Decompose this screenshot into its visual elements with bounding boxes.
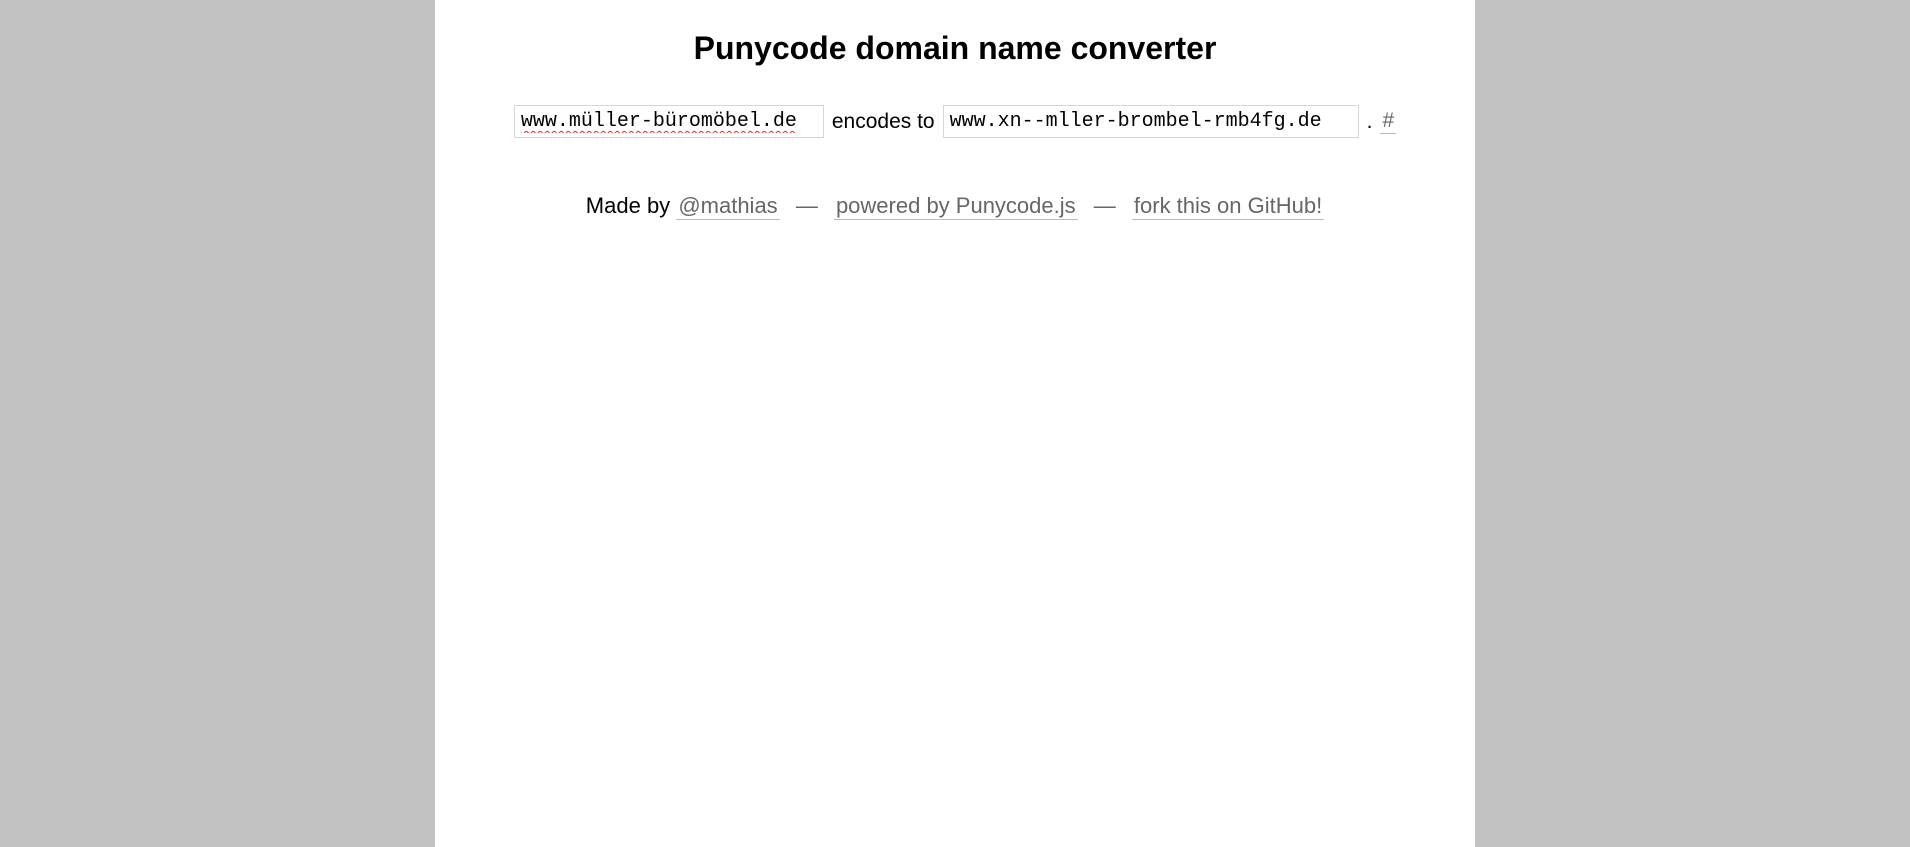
- permalink[interactable]: #: [1380, 109, 1396, 134]
- footer: Made by @mathias — powered by Punycode.j…: [435, 193, 1475, 219]
- author-link[interactable]: @mathias: [676, 193, 779, 220]
- page-title: Punycode domain name converter: [435, 30, 1475, 67]
- period-text: .: [1367, 110, 1373, 134]
- page-container: Punycode domain name converter encodes t…: [435, 0, 1475, 847]
- made-by-label: Made by: [586, 193, 670, 218]
- encodes-to-label: encodes to: [832, 110, 935, 134]
- fork-link[interactable]: fork this on GitHub!: [1132, 193, 1324, 220]
- separator: —: [1094, 193, 1116, 218]
- encoded-input[interactable]: [943, 105, 1359, 138]
- converter-row: encodes to . #: [435, 105, 1475, 138]
- separator: —: [796, 193, 818, 218]
- decoded-input[interactable]: [514, 105, 824, 138]
- powered-by-link[interactable]: powered by Punycode.js: [834, 193, 1078, 220]
